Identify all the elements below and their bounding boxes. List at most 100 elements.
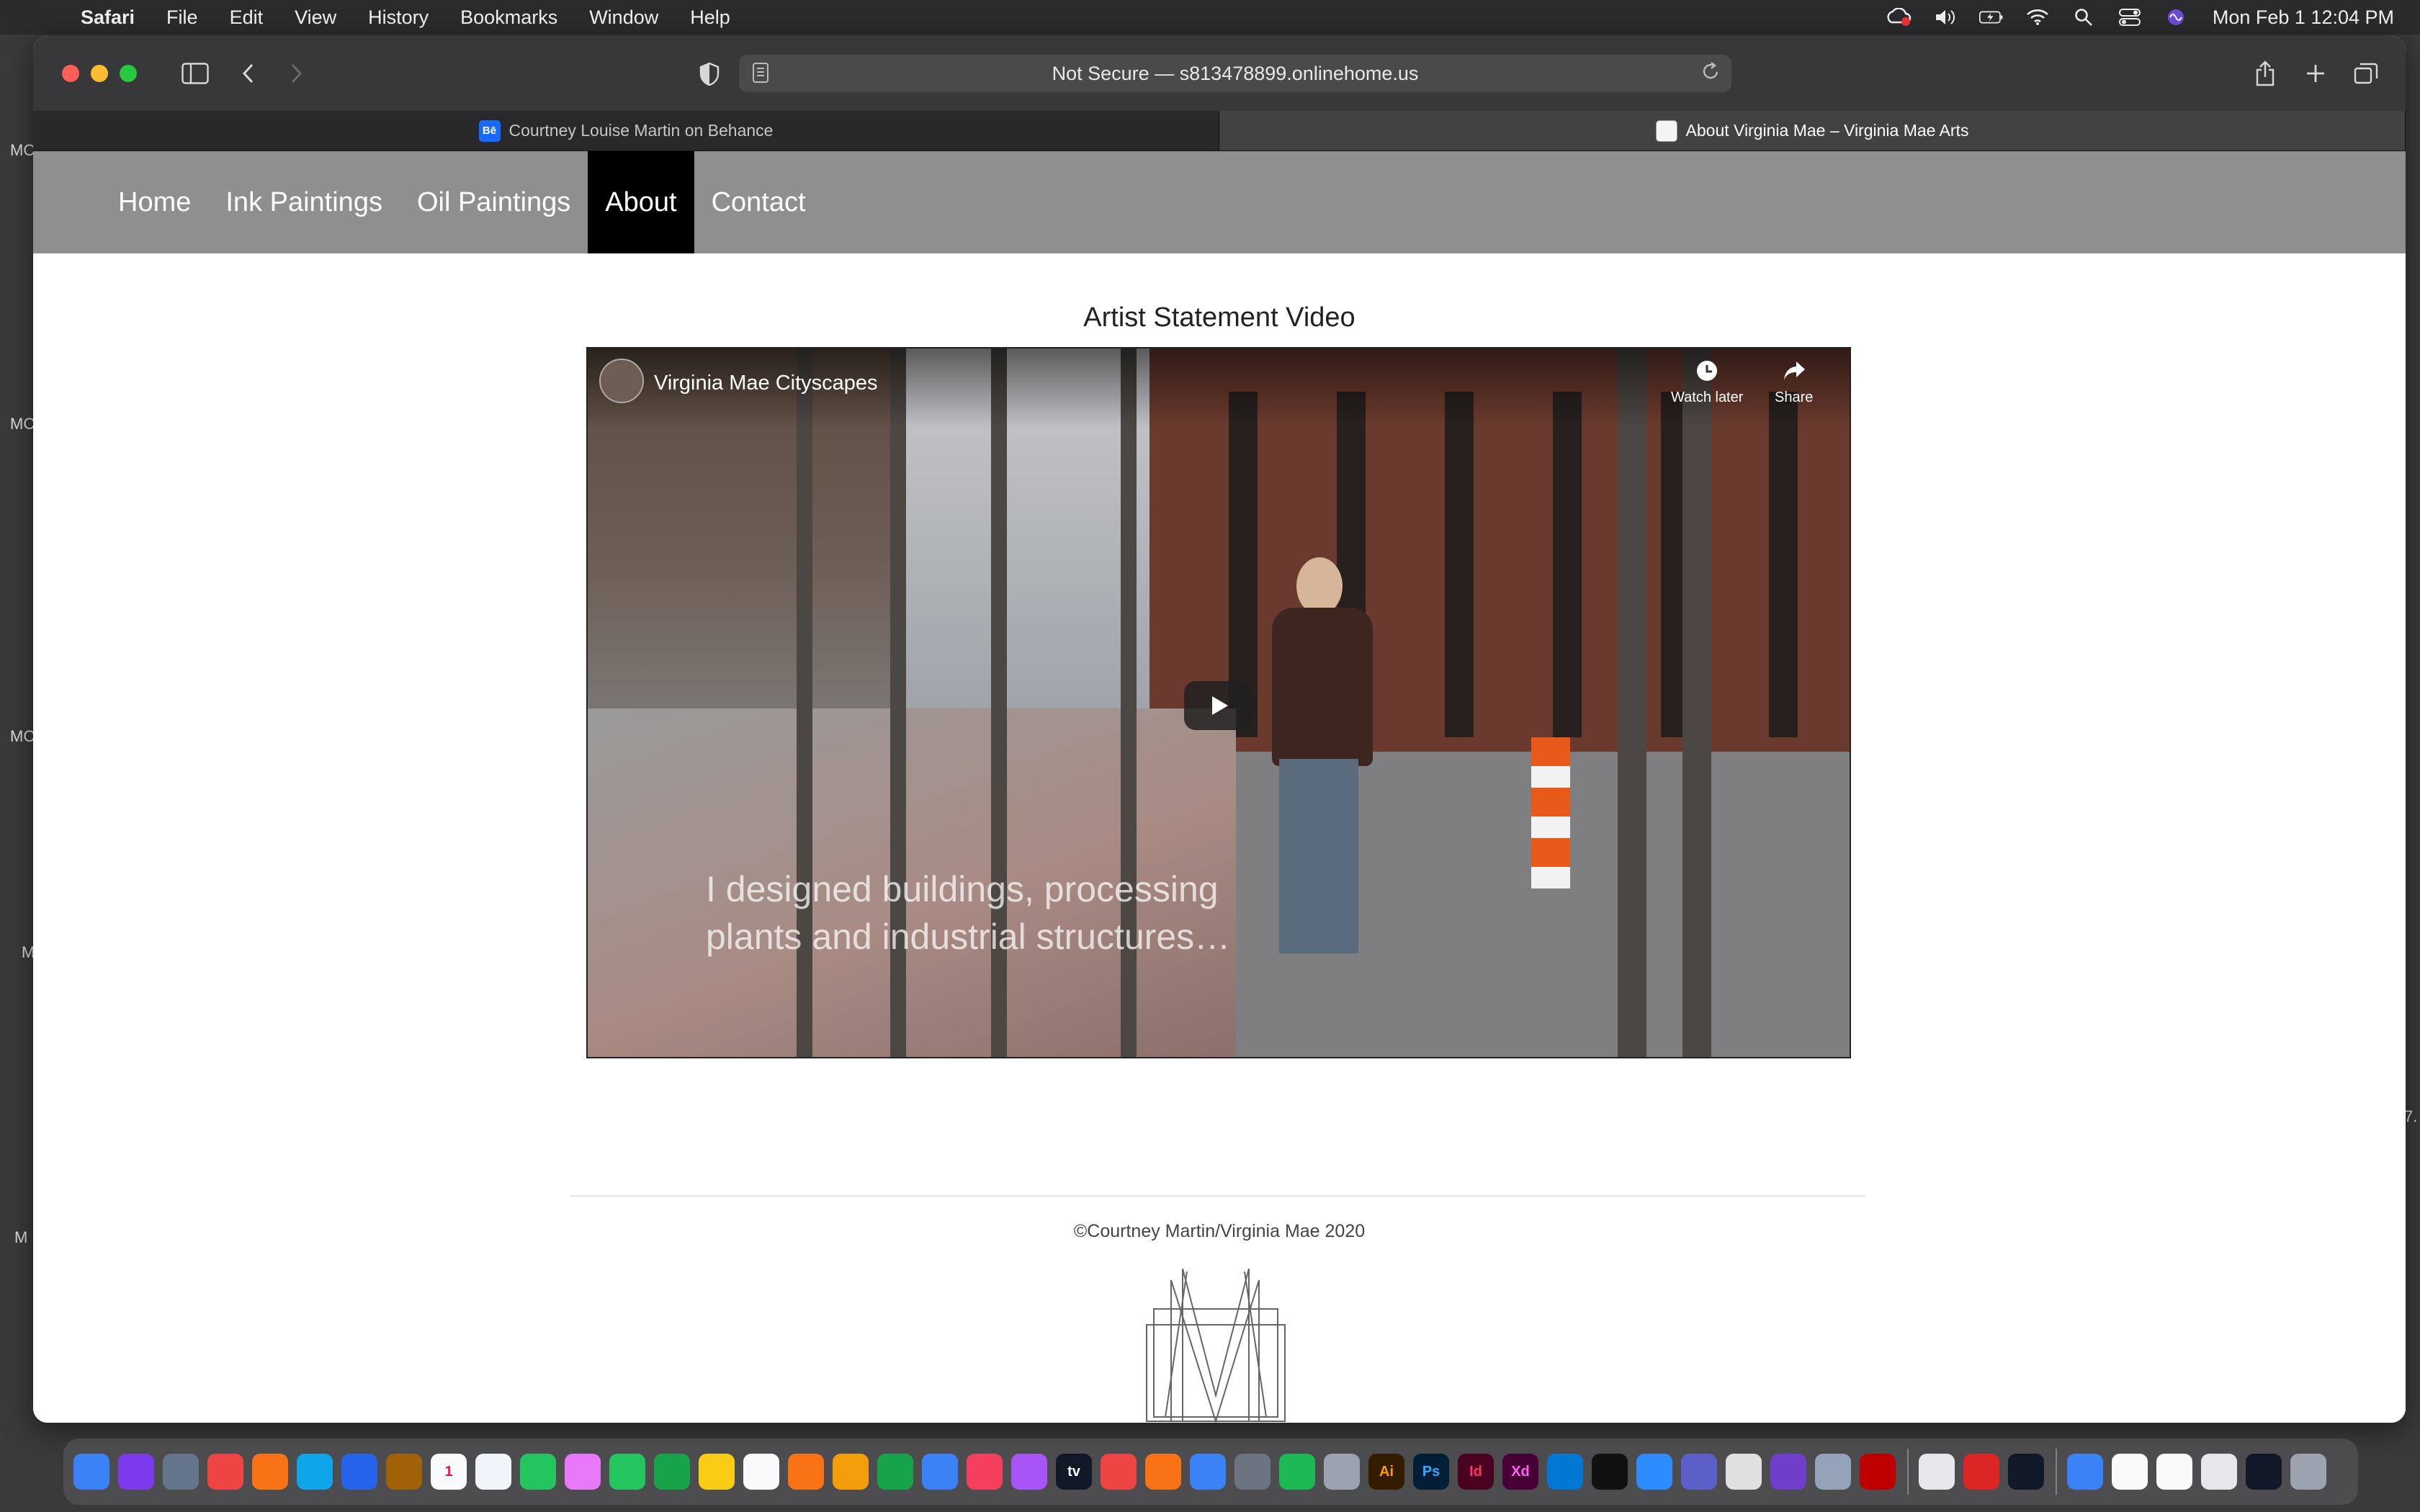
archive-utility-icon[interactable] bbox=[1324, 1454, 1360, 1490]
system-preferences-icon[interactable] bbox=[1234, 1454, 1270, 1490]
safari-icon[interactable] bbox=[297, 1454, 333, 1490]
toolbar-right-actions bbox=[2233, 55, 2384, 91]
menu-edit[interactable]: Edit bbox=[230, 6, 264, 29]
tab-bar: Bē Courtney Louise Martin on Behance Abo… bbox=[33, 111, 2406, 151]
numbers-icon[interactable] bbox=[877, 1454, 913, 1490]
caption-line: plants and industrial structures… bbox=[706, 917, 1231, 957]
slack-icon[interactable] bbox=[1726, 1454, 1762, 1490]
terminal-icon[interactable] bbox=[1592, 1454, 1628, 1490]
font-book-icon[interactable] bbox=[1919, 1454, 1955, 1490]
app-store-icon[interactable] bbox=[1190, 1454, 1226, 1490]
launchpad-icon[interactable] bbox=[118, 1454, 154, 1490]
vlc-icon[interactable] bbox=[788, 1454, 824, 1490]
reload-icon[interactable] bbox=[1700, 59, 1721, 89]
menu-view[interactable]: View bbox=[295, 6, 336, 29]
close-window-button[interactable] bbox=[62, 65, 79, 82]
file-icon[interactable] bbox=[2156, 1454, 2192, 1490]
privacy-shield-icon[interactable] bbox=[691, 56, 727, 92]
video-caption: I designed buildings, processing plants … bbox=[706, 865, 1253, 960]
podcasts-icon[interactable] bbox=[1011, 1454, 1047, 1490]
control-center-icon[interactable] bbox=[2118, 7, 2142, 27]
minimize-window-button[interactable] bbox=[91, 65, 108, 82]
menu-window[interactable]: Window bbox=[589, 6, 658, 29]
wifi-icon[interactable] bbox=[2025, 7, 2050, 27]
video-channel-title[interactable]: Virginia Mae Cityscapes bbox=[654, 372, 878, 395]
xd-icon[interactable]: Xd bbox=[1502, 1454, 1538, 1490]
teams-icon[interactable] bbox=[1681, 1454, 1717, 1490]
forward-chevron-icon[interactable] bbox=[278, 55, 314, 91]
creative-cloud-status-icon[interactable] bbox=[1887, 7, 1912, 27]
spotify-icon[interactable] bbox=[1279, 1454, 1315, 1490]
menu-app-safari[interactable]: Safari bbox=[81, 6, 135, 29]
battery-icon[interactable] bbox=[1978, 7, 2004, 27]
tv-icon[interactable]: tv bbox=[1056, 1454, 1092, 1490]
zoom-icon[interactable] bbox=[1636, 1454, 1672, 1490]
pages-icon[interactable] bbox=[833, 1454, 869, 1490]
facetime-icon[interactable] bbox=[654, 1454, 690, 1490]
nav-contact[interactable]: Contact bbox=[694, 151, 823, 253]
menu-help[interactable]: Help bbox=[690, 6, 730, 29]
sidebar-toggle-icon[interactable] bbox=[177, 55, 213, 91]
play-icon bbox=[1212, 696, 1228, 715]
watch-later-button[interactable]: Watch later bbox=[1671, 359, 1743, 406]
keynote-icon[interactable] bbox=[922, 1454, 958, 1490]
fullscreen-window-button[interactable] bbox=[120, 65, 137, 82]
volume-icon[interactable] bbox=[1933, 7, 1958, 27]
disk-utility-icon[interactable] bbox=[1815, 1454, 1851, 1490]
freeform-icon[interactable] bbox=[743, 1454, 779, 1490]
spotlight-search-icon[interactable] bbox=[2071, 7, 2096, 27]
menu-history[interactable]: History bbox=[368, 6, 429, 29]
photos-icon[interactable] bbox=[565, 1454, 601, 1490]
firefox-icon[interactable] bbox=[252, 1454, 288, 1490]
youtube-video-player[interactable]: Virginia Mae Cityscapes Watch later Shar… bbox=[586, 347, 1851, 1058]
acrobat-reader-icon[interactable] bbox=[2008, 1454, 2044, 1490]
trash-icon[interactable] bbox=[2290, 1454, 2326, 1490]
tab-behance[interactable]: Bē Courtney Louise Martin on Behance bbox=[33, 111, 1219, 150]
maps-icon[interactable] bbox=[520, 1454, 556, 1490]
photoshop-icon[interactable]: Ps bbox=[1413, 1454, 1449, 1490]
calendar-icon[interactable]: 1 bbox=[431, 1454, 467, 1490]
finder-icon[interactable] bbox=[73, 1454, 109, 1490]
nav-home[interactable]: Home bbox=[101, 151, 208, 253]
reader-page-icon[interactable] bbox=[752, 62, 774, 85]
nav-oil-paintings[interactable]: Oil Paintings bbox=[400, 151, 588, 253]
documents-icon[interactable] bbox=[2112, 1454, 2148, 1490]
downloads-folder-icon[interactable] bbox=[2067, 1454, 2103, 1490]
siri-icon[interactable] bbox=[2164, 7, 2188, 27]
mail-icon[interactable] bbox=[341, 1454, 377, 1490]
desktop-edge-label: MC bbox=[10, 415, 35, 433]
indesign-icon[interactable]: Id bbox=[1458, 1454, 1494, 1490]
books-icon[interactable] bbox=[1145, 1454, 1181, 1490]
app-grid-icon[interactable] bbox=[163, 1454, 199, 1490]
share-icon[interactable] bbox=[2247, 55, 2283, 91]
nav-about[interactable]: About bbox=[588, 151, 694, 253]
mail-attachment-icon[interactable] bbox=[2201, 1454, 2237, 1490]
back-chevron-icon[interactable] bbox=[230, 55, 266, 91]
reminders-icon[interactable] bbox=[475, 1454, 511, 1490]
notes-icon[interactable] bbox=[699, 1454, 735, 1490]
address-bar[interactable]: Not Secure — s813478899.onlinehome.us bbox=[739, 55, 1731, 92]
screenshot-icon[interactable] bbox=[2246, 1454, 2282, 1490]
contacts-icon[interactable] bbox=[386, 1454, 422, 1490]
messages-icon[interactable] bbox=[609, 1454, 645, 1490]
filezilla-icon[interactable] bbox=[1860, 1454, 1896, 1490]
acrobat-icon[interactable] bbox=[1963, 1454, 1999, 1490]
tab-about-virginia-mae[interactable]: About Virginia Mae – Virginia Mae Arts bbox=[1219, 111, 2406, 150]
new-tab-plus-icon[interactable] bbox=[2298, 55, 2334, 91]
share-video-button[interactable]: Share bbox=[1775, 359, 1813, 406]
vscode-icon[interactable] bbox=[1547, 1454, 1583, 1490]
nav-ink-paintings[interactable]: Ink Paintings bbox=[208, 151, 400, 253]
tab-overview-icon[interactable] bbox=[2348, 55, 2384, 91]
menubar-clock[interactable]: Mon Feb 1 12:04 PM bbox=[2213, 6, 2394, 29]
menu-bookmarks[interactable]: Bookmarks bbox=[460, 6, 557, 29]
footer-divider bbox=[570, 1195, 1865, 1197]
music-icon[interactable] bbox=[967, 1454, 1003, 1490]
safari-window: Not Secure — s813478899.onlinehome.us Bē… bbox=[33, 36, 2406, 1423]
news-icon[interactable] bbox=[1101, 1454, 1137, 1490]
chrome-icon[interactable] bbox=[207, 1454, 243, 1490]
play-button[interactable] bbox=[1184, 681, 1255, 730]
channel-avatar[interactable] bbox=[599, 359, 644, 403]
menu-file[interactable]: File bbox=[166, 6, 198, 29]
github-icon[interactable] bbox=[1770, 1454, 1806, 1490]
illustrator-icon[interactable]: Ai bbox=[1368, 1454, 1404, 1490]
